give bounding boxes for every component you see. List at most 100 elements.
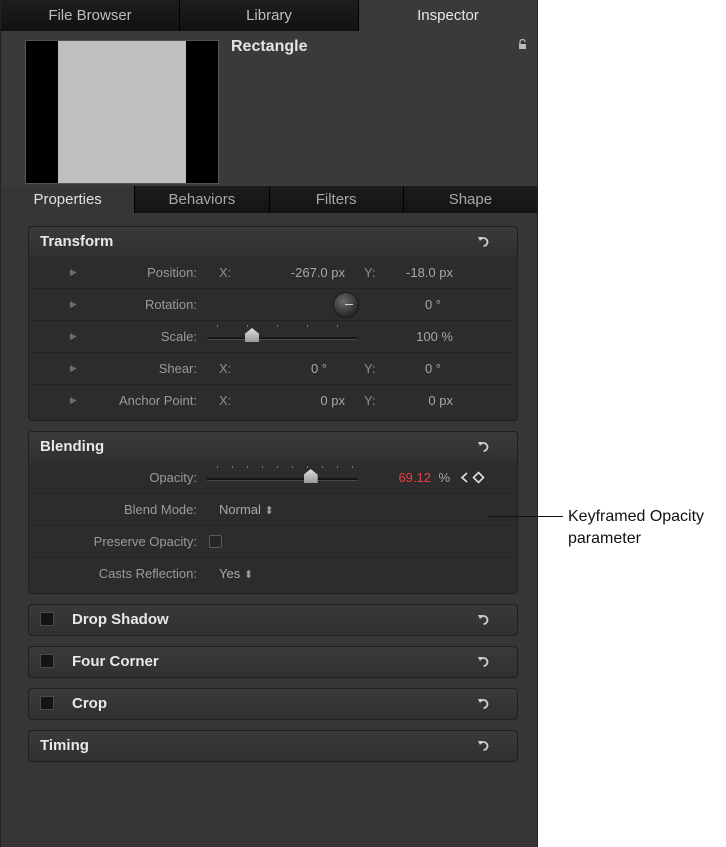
casts-reflection-value: Yes: [219, 566, 241, 581]
blend-mode-value: Normal: [219, 502, 261, 517]
y-label: Y:: [364, 361, 376, 376]
transform-section: Transform ▶ Position: X: -267.0 px Y: -1…: [28, 226, 518, 421]
object-name: Rectangle: [231, 38, 308, 55]
updown-arrows-icon: ⬍: [264, 505, 274, 517]
section-title: Timing: [40, 737, 89, 754]
casts-reflection-popup[interactable]: Yes ⬍: [219, 558, 253, 591]
rotation-value[interactable]: 0 °: [425, 289, 441, 320]
position-y-value[interactable]: -18.0 px: [406, 257, 453, 288]
opacity-unit: %: [438, 470, 450, 485]
reset-icon[interactable]: [476, 612, 491, 627]
y-label: Y:: [364, 265, 376, 280]
anchor-point-row: ▶ Anchor Point: X: 0 px Y: 0 px: [29, 384, 517, 416]
annotation-line-2: parameter: [568, 530, 641, 547]
preview-thumbnail: [25, 40, 219, 184]
y-label: Y:: [364, 393, 376, 408]
slider-track: [207, 478, 357, 481]
param-label: Preserve Opacity:: [93, 534, 197, 549]
rotation-row: ▶ Rotation: 0 °: [29, 288, 517, 320]
blending-section: Blending Opacity: 69.12 % Blend Mode: No…: [28, 431, 518, 594]
param-label: Scale:: [160, 329, 197, 344]
four-corner-section: Four Corner: [28, 646, 518, 678]
x-label: X:: [219, 393, 232, 408]
preserve-opacity-checkbox[interactable]: [209, 535, 222, 548]
drop-shadow-header[interactable]: Drop Shadow: [29, 605, 517, 635]
reset-icon[interactable]: [476, 234, 491, 249]
drop-shadow-section: Drop Shadow: [28, 604, 518, 636]
annotation-line-1: Keyframed Opacity: [568, 508, 705, 525]
tab-inspector[interactable]: Inspector: [359, 0, 537, 31]
tab-shape[interactable]: Shape: [404, 186, 537, 213]
anchor-x-value[interactable]: 0 px: [320, 385, 345, 416]
section-title: Crop: [72, 695, 107, 712]
tab-library[interactable]: Library: [180, 0, 359, 31]
reset-icon[interactable]: [476, 439, 491, 454]
param-label: Blend Mode:: [124, 502, 197, 517]
shear-row: ▶ Shear: X: 0 ° Y: 0 °: [29, 352, 517, 384]
position-x-value[interactable]: -267.0 px: [291, 257, 345, 288]
reset-icon[interactable]: [476, 654, 491, 669]
slider-thumb[interactable]: [245, 328, 259, 342]
param-label: Anchor Point:: [118, 393, 197, 408]
shear-x-value[interactable]: 0 °: [311, 353, 327, 384]
timing-section: Timing: [28, 730, 518, 762]
section-title: Drop Shadow: [72, 611, 169, 628]
param-label: Position:: [147, 265, 197, 280]
tab-properties[interactable]: Properties: [1, 186, 136, 213]
disclosure-triangle-icon[interactable]: ▶: [70, 289, 77, 320]
slider-thumb[interactable]: [303, 469, 318, 483]
x-label: X:: [219, 265, 232, 280]
opacity-row: Opacity: 69.12 %: [29, 462, 517, 493]
reset-icon[interactable]: [476, 738, 491, 753]
timing-header[interactable]: Timing: [29, 731, 517, 761]
section-title: Four Corner: [72, 653, 159, 670]
blending-header[interactable]: Blending: [29, 432, 517, 462]
param-label: Shear:: [158, 361, 197, 376]
object-preview-area: Rectangle: [1, 31, 537, 186]
disclosure-triangle-icon[interactable]: ▶: [70, 353, 77, 384]
crop-header[interactable]: Crop: [29, 689, 517, 719]
casts-reflection-row: Casts Reflection: Yes ⬍: [29, 557, 517, 589]
callout-line: [488, 516, 563, 517]
position-row: ▶ Position: X: -267.0 px Y: -18.0 px: [29, 257, 517, 288]
param-label: Opacity:: [149, 470, 197, 485]
section-title: Blending: [40, 438, 105, 455]
blend-mode-row: Blend Mode: Normal ⬍: [29, 493, 517, 525]
disclosure-triangle-icon[interactable]: ▶: [70, 385, 77, 416]
updown-arrows-icon: ⬍: [243, 569, 254, 581]
enable-checkbox[interactable]: [40, 653, 54, 668]
parameter-sections: Transform ▶ Position: X: -267.0 px Y: -1…: [1, 213, 537, 762]
anchor-y-value[interactable]: 0 px: [428, 385, 453, 416]
disclosure-triangle-icon[interactable]: ▶: [70, 321, 77, 352]
tab-file-browser[interactable]: File Browser: [1, 0, 180, 31]
top-tab-bar: File Browser Library Inspector: [1, 0, 537, 31]
blend-mode-popup[interactable]: Normal ⬍: [219, 494, 274, 527]
preview-rectangle: [58, 41, 186, 183]
opacity-value[interactable]: 69.12: [398, 462, 431, 493]
keyframe-diamond-icon[interactable]: [472, 471, 485, 484]
disclosure-triangle-icon[interactable]: ▶: [70, 257, 77, 288]
callout-annotation: Keyframed Opacity parameter: [568, 506, 704, 550]
opacity-slider[interactable]: [207, 466, 357, 483]
slider-track: [207, 337, 357, 340]
enable-checkbox[interactable]: [40, 611, 54, 626]
shear-y-value[interactable]: 0 °: [425, 353, 441, 384]
scale-row: ▶ Scale: 100 %: [29, 320, 517, 352]
reset-icon[interactable]: [476, 696, 491, 711]
inspector-panel: File Browser Library Inspector Rectangle…: [0, 0, 538, 847]
enable-checkbox[interactable]: [40, 695, 54, 710]
x-label: X:: [219, 361, 232, 376]
scale-slider[interactable]: [207, 325, 357, 342]
scale-value[interactable]: 100 %: [416, 321, 453, 352]
lock-icon[interactable]: [518, 39, 527, 49]
transform-header[interactable]: Transform: [29, 227, 517, 257]
crop-section: Crop: [28, 688, 518, 720]
previous-keyframe-icon[interactable]: [460, 472, 469, 483]
tab-behaviors[interactable]: Behaviors: [135, 186, 270, 213]
four-corner-header[interactable]: Four Corner: [29, 647, 517, 677]
rotation-dial[interactable]: [333, 292, 359, 318]
param-label: Casts Reflection:: [98, 566, 197, 581]
tab-filters[interactable]: Filters: [270, 186, 404, 213]
param-label: Rotation:: [144, 297, 197, 312]
section-title: Transform: [40, 233, 114, 250]
